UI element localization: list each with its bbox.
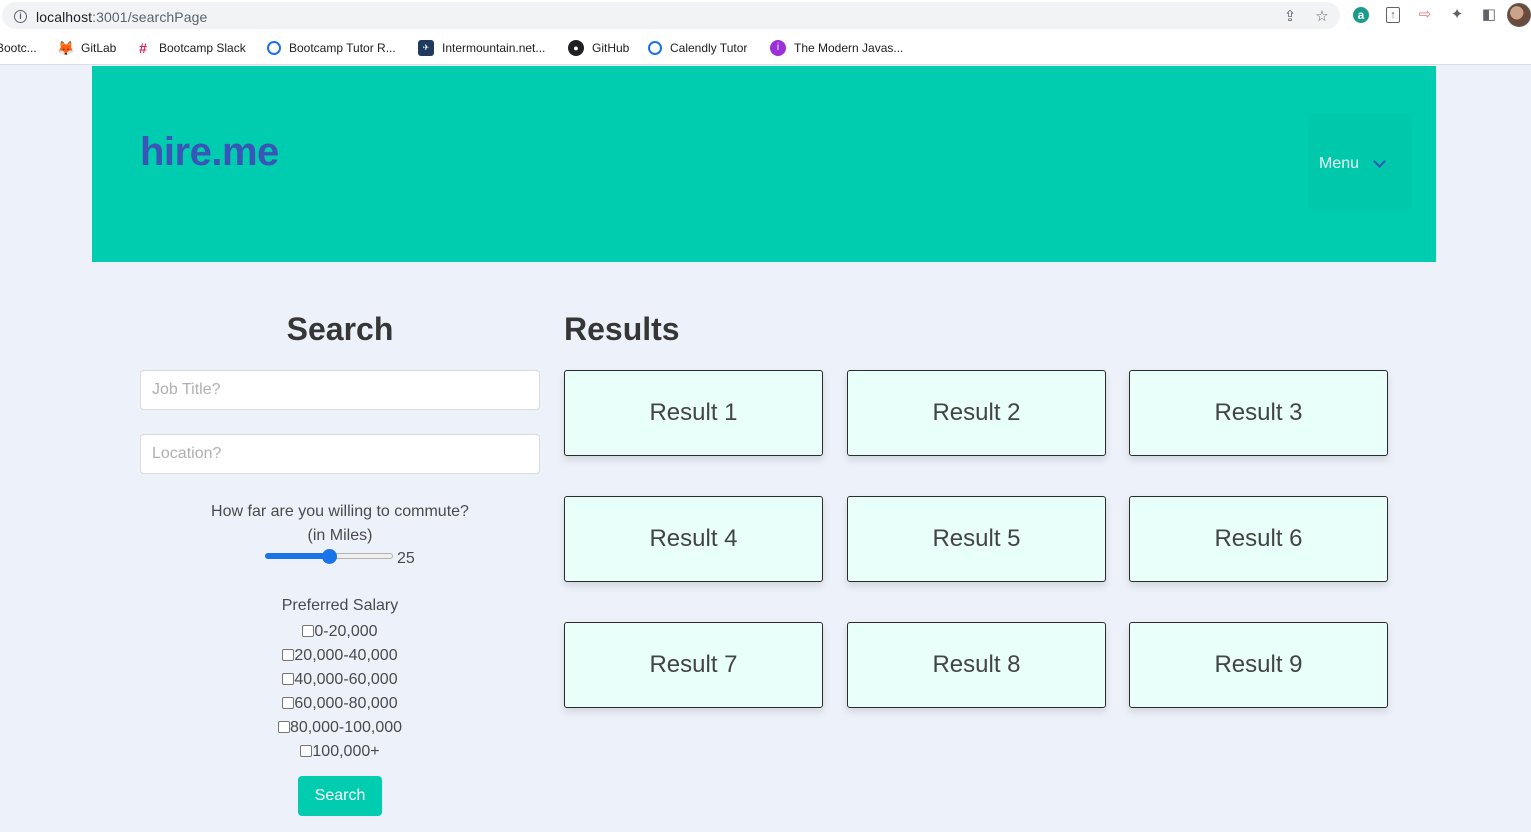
salary-option[interactable]: 60,000-80,000: [140, 692, 540, 716]
results-heading: Results: [564, 311, 680, 347]
result-card[interactable]: Result 1: [564, 370, 823, 456]
bookmarks-bar: Bootc... 🦊 GitLab # Bootcamp Slack Bootcam…: [0, 31, 1531, 65]
result-card[interactable]: Result 2: [847, 370, 1106, 456]
result-card[interactable]: Result 3: [1129, 370, 1388, 456]
hero-header: hire.me Menu: [92, 66, 1436, 262]
search-heading: Search: [286, 311, 394, 347]
commute-unit-text: (in Miles): [307, 527, 373, 544]
browser-address-bar: i localhost:3001/searchPage ⇪ ☆ a ↑ ⇨ ✦ …: [0, 0, 1531, 31]
javascript-info-icon: i: [770, 39, 786, 56]
job-title-input[interactable]: [140, 370, 540, 410]
salary-checkbox[interactable]: [282, 673, 295, 685]
chevron-down-icon: [1373, 155, 1386, 168]
extension-upload-icon[interactable]: ↑: [1386, 7, 1400, 23]
extension-red-icon[interactable]: ⇨: [1416, 6, 1434, 24]
slider-thumb[interactable]: [322, 549, 337, 564]
salary-checkbox[interactable]: [282, 649, 295, 661]
intermountain-icon: ✈: [418, 39, 434, 56]
url-text[interactable]: localhost:3001/searchPage: [36, 9, 207, 25]
side-panel-icon[interactable]: ◧: [1480, 6, 1498, 24]
salary-option[interactable]: 20,000-40,000: [140, 644, 540, 668]
salary-checkbox[interactable]: [277, 721, 290, 733]
result-card[interactable]: Result 7: [564, 622, 823, 708]
location-input[interactable]: [140, 434, 540, 474]
extension-a-icon[interactable]: a: [1353, 7, 1369, 23]
calendly-icon: [267, 40, 281, 55]
menu-dropdown[interactable]: Menu: [1308, 114, 1412, 210]
salary-checkbox[interactable]: [282, 697, 295, 709]
site-info-icon[interactable]: i: [14, 10, 27, 23]
calendly-icon: [648, 40, 662, 55]
bookmark-item[interactable]: # Bootcamp Slack: [135, 39, 246, 57]
brand-logo[interactable]: hire.me: [140, 130, 279, 175]
salary-checkbox[interactable]: [300, 745, 313, 757]
result-card[interactable]: Result 9: [1129, 622, 1388, 708]
url-omnibox[interactable]: i localhost:3001/searchPage ⇪ ☆: [2, 2, 1340, 29]
result-card[interactable]: Result 6: [1129, 496, 1388, 582]
commute-value: 25: [397, 550, 415, 567]
bookmark-item[interactable]: ✈ Intermountain.net...: [418, 39, 545, 57]
slack-icon: #: [139, 39, 147, 56]
profile-avatar[interactable]: [1507, 3, 1531, 27]
salary-checkbox[interactable]: [302, 625, 315, 637]
result-card[interactable]: Result 4: [564, 496, 823, 582]
salary-option[interactable]: 0-20,000: [140, 620, 540, 644]
commute-question-text: How far are you willing to commute?: [211, 503, 469, 520]
salary-option[interactable]: 100,000+: [140, 740, 540, 764]
bookmark-item[interactable]: ● GitHub: [568, 39, 629, 57]
commute-question: How far are you willing to commute? (in …: [140, 500, 540, 548]
slider-fill: [265, 553, 329, 559]
salary-option[interactable]: 80,000-100,000: [140, 716, 540, 740]
bookmark-item[interactable]: i The Modern Javas...: [770, 39, 903, 57]
gitlab-icon: 🦊: [57, 39, 75, 56]
result-card[interactable]: Result 8: [847, 622, 1106, 708]
bookmark-item[interactable]: 🦊 GitLab: [57, 39, 116, 57]
star-icon[interactable]: ☆: [1313, 8, 1331, 26]
bookmark-item[interactable]: Bootcamp Tutor R...: [267, 39, 396, 57]
extensions-puzzle-icon[interactable]: ✦: [1448, 6, 1466, 24]
menu-label: Menu: [1319, 155, 1360, 172]
salary-option[interactable]: 40,000-60,000: [140, 668, 540, 692]
commute-distance-slider[interactable]: [265, 549, 393, 564]
github-icon: ●: [568, 39, 584, 56]
result-card[interactable]: Result 5: [847, 496, 1106, 582]
salary-label: Preferred Salary: [281, 597, 399, 614]
bookmark-item[interactable]: Calendly Tutor: [648, 39, 747, 57]
bookmark-item[interactable]: Bootc...: [0, 39, 37, 57]
share-icon[interactable]: ⇪: [1281, 8, 1299, 26]
search-button[interactable]: Search: [298, 776, 382, 816]
